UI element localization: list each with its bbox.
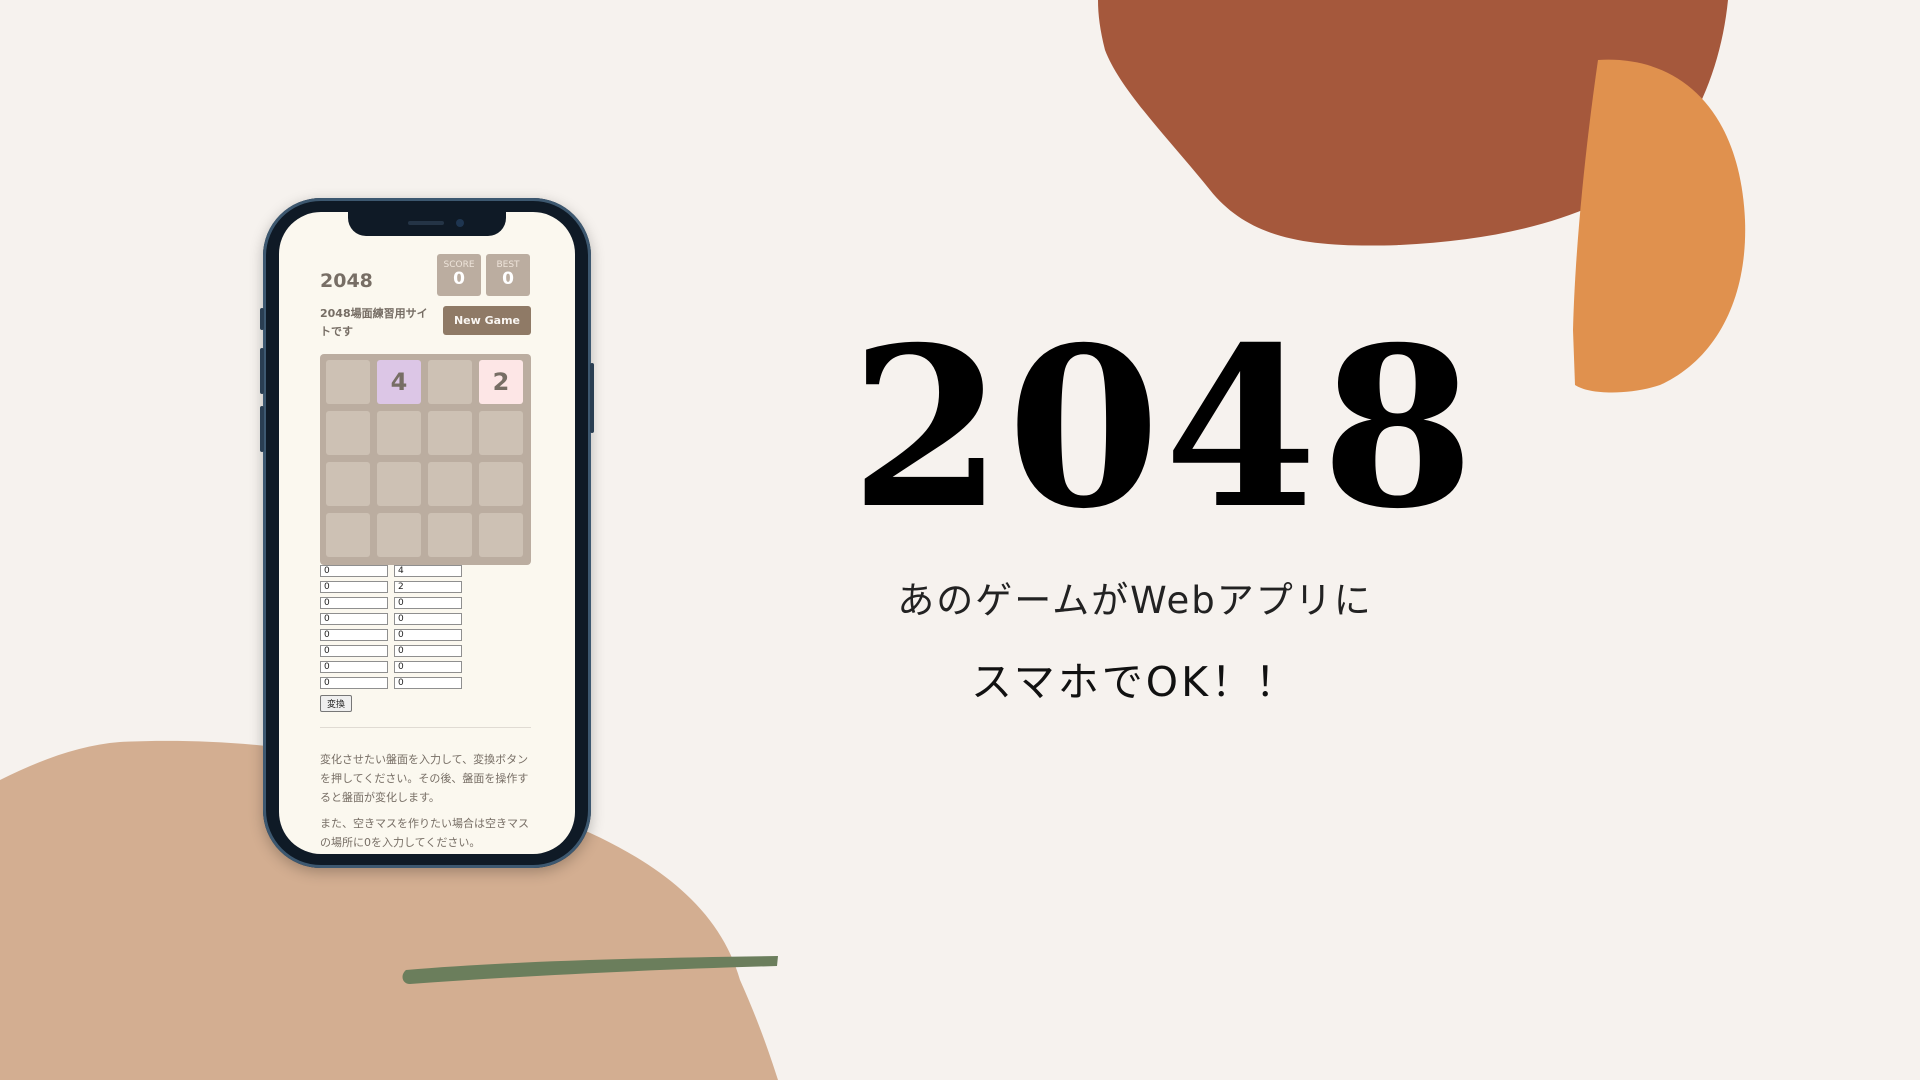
board-tile xyxy=(377,513,421,557)
board-tile xyxy=(326,513,370,557)
board-tile: 4 xyxy=(377,360,421,404)
phone-mockup: 2048 SCORE 0 BEST 0 2048場面練習用サイトです New G… xyxy=(260,198,594,868)
board-tile xyxy=(326,411,370,455)
speaker-grille xyxy=(408,221,444,225)
board-tile xyxy=(326,462,370,506)
board-input-right[interactable]: 0 xyxy=(394,597,462,609)
board-input-left[interactable]: 0 xyxy=(320,677,388,689)
board-input-left[interactable]: 0 xyxy=(320,661,388,673)
board-tile xyxy=(428,513,472,557)
hero-subtagline: スマホでOK！！ xyxy=(971,658,1299,706)
best-box: BEST 0 xyxy=(486,254,530,296)
board-input-left[interactable]: 0 xyxy=(320,645,388,657)
board-input-left[interactable]: 0 xyxy=(320,581,388,593)
board-tile xyxy=(326,360,370,404)
game-board[interactable]: 4 2 xyxy=(320,354,531,565)
best-value: 0 xyxy=(502,269,514,289)
instructions-text: 変化させたい盤面を入力して、変換ボタンを押してください。その後、盤面を操作すると… xyxy=(320,753,529,804)
hero-tagline: あのゲームがWebアプリに xyxy=(897,579,1373,622)
board-input-right[interactable]: 0 xyxy=(394,613,462,625)
board-tile xyxy=(428,411,472,455)
board-tile: 2 xyxy=(479,360,523,404)
orange-blob xyxy=(1573,59,1746,393)
board-input-left[interactable]: 0 xyxy=(320,629,388,641)
board-tile xyxy=(377,462,421,506)
score-value: 0 xyxy=(453,269,465,289)
board-tile xyxy=(428,462,472,506)
phone-notch xyxy=(348,212,506,236)
board-input-right[interactable]: 4 xyxy=(394,565,462,577)
board-input-left[interactable]: 0 xyxy=(320,597,388,609)
board-input-right[interactable]: 0 xyxy=(394,661,462,673)
board-input-right[interactable]: 0 xyxy=(394,629,462,641)
score-box: SCORE 0 xyxy=(437,254,481,296)
board-tile xyxy=(479,513,523,557)
section-divider xyxy=(320,727,531,728)
board-tile xyxy=(377,411,421,455)
phone-silent-switch xyxy=(260,308,264,330)
phone-volume-down xyxy=(260,406,264,452)
front-camera xyxy=(456,219,464,227)
phone-power-button xyxy=(590,363,594,433)
board-tile xyxy=(479,462,523,506)
board-tile xyxy=(428,360,472,404)
board-tile xyxy=(479,411,523,455)
convert-button[interactable]: 変換 xyxy=(320,695,352,712)
phone-screen: 2048 SCORE 0 BEST 0 2048場面練習用サイトです New G… xyxy=(279,212,575,854)
instructions-note: また、空きマスを作りたい場合は空きマスの場所に0を入力してください。 xyxy=(320,817,529,849)
new-game-button[interactable]: New Game xyxy=(443,306,531,335)
app-title: 2048 xyxy=(320,270,373,292)
board-input-right[interactable]: 0 xyxy=(394,645,462,657)
hero-title: 2048 xyxy=(850,298,1479,557)
board-input-left[interactable]: 0 xyxy=(320,613,388,625)
app-subtitle: 2048場面練習用サイトです xyxy=(320,307,428,338)
board-input-right[interactable]: 0 xyxy=(394,677,462,689)
board-input-right[interactable]: 2 xyxy=(394,581,462,593)
phone-volume-up xyxy=(260,348,264,394)
board-input-left[interactable]: 0 xyxy=(320,565,388,577)
